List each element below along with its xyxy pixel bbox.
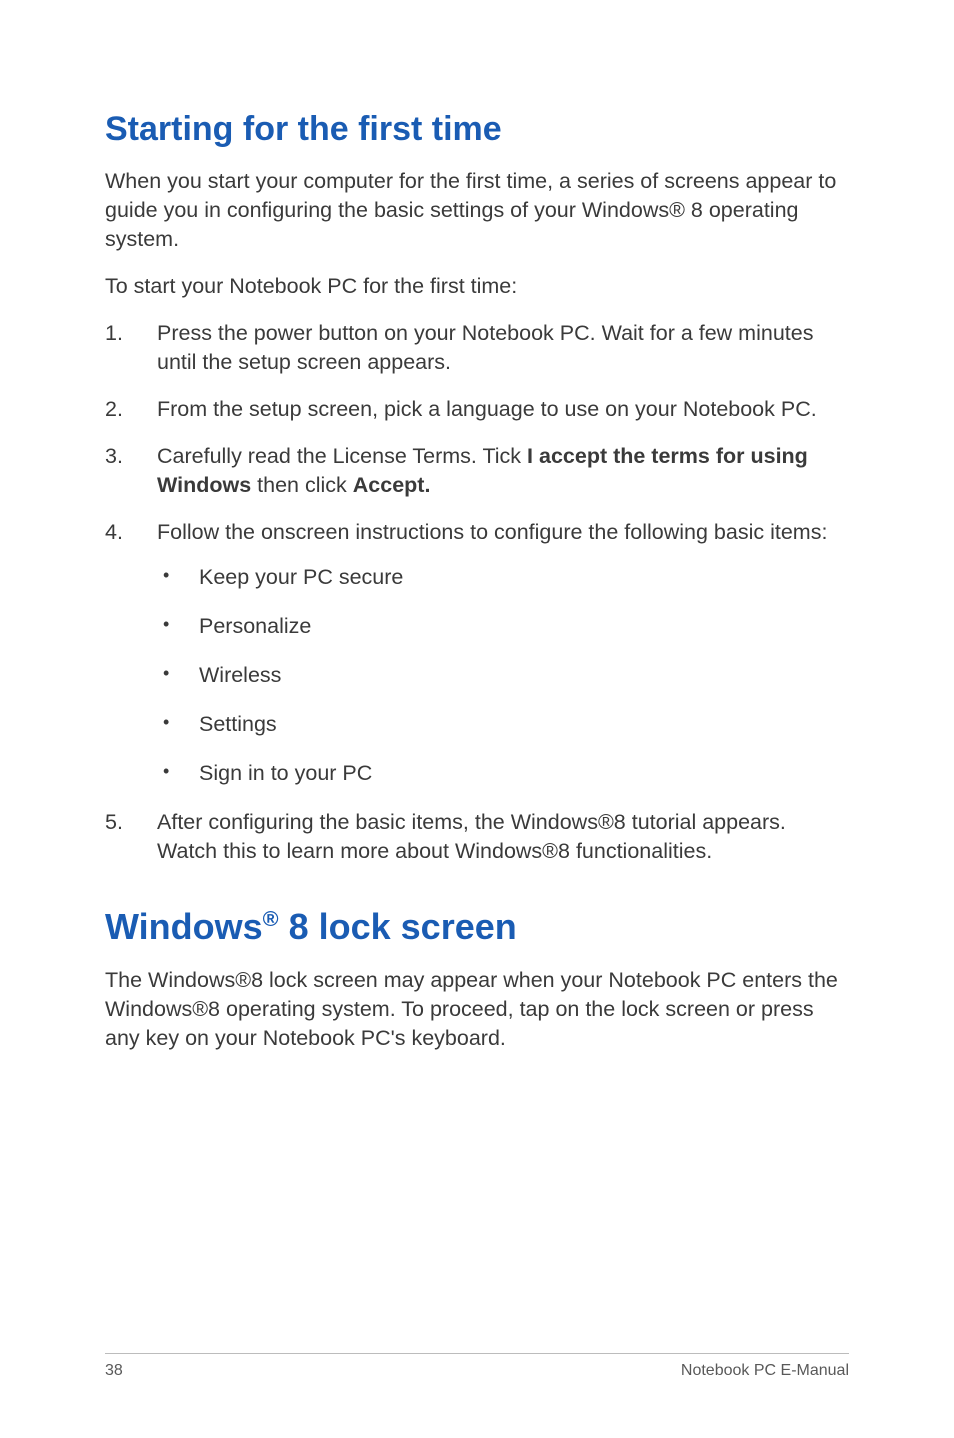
step-1: Press the power button on your Notebook … [105,319,849,377]
step-4-text: Follow the onscreen instructions to conf… [157,520,827,544]
section-heading-lockscreen: Windows® 8 lock screen [105,906,849,948]
basic-item-1: Keep your PC secure [157,563,849,592]
page-footer: 38 Notebook PC E-Manual [105,1353,849,1380]
step-4: Follow the onscreen instructions to conf… [105,518,849,788]
steps-list: Press the power button on your Notebook … [105,319,849,866]
step-3-text-pre: Carefully read the License Terms. Tick [157,444,527,468]
footer-title: Notebook PC E-Manual [681,1362,849,1380]
section-heading-starting: Starting for the first time [105,110,849,149]
intro-paragraph-1: When you start your computer for the fir… [105,167,849,254]
step-5: After configuring the basic items, the W… [105,808,849,866]
basic-items-list: Keep your PC secure Personalize Wireless… [157,563,849,788]
step-3: Carefully read the License Terms. Tick I… [105,442,849,500]
step-3-text-mid: then click [251,473,353,497]
registered-icon: ® [263,906,279,931]
page-number: 38 [105,1362,123,1380]
basic-item-4: Settings [157,710,849,739]
heading-pre: Windows [105,906,263,947]
heading-post: 8 lock screen [279,906,517,947]
lockscreen-paragraph: The Windows®8 lock screen may appear whe… [105,966,849,1053]
step-3-bold-2: Accept. [353,473,431,497]
intro-paragraph-2: To start your Notebook PC for the first … [105,272,849,301]
basic-item-3: Wireless [157,661,849,690]
basic-item-2: Personalize [157,612,849,641]
basic-item-5: Sign in to your PC [157,759,849,788]
step-2: From the setup screen, pick a language t… [105,395,849,424]
